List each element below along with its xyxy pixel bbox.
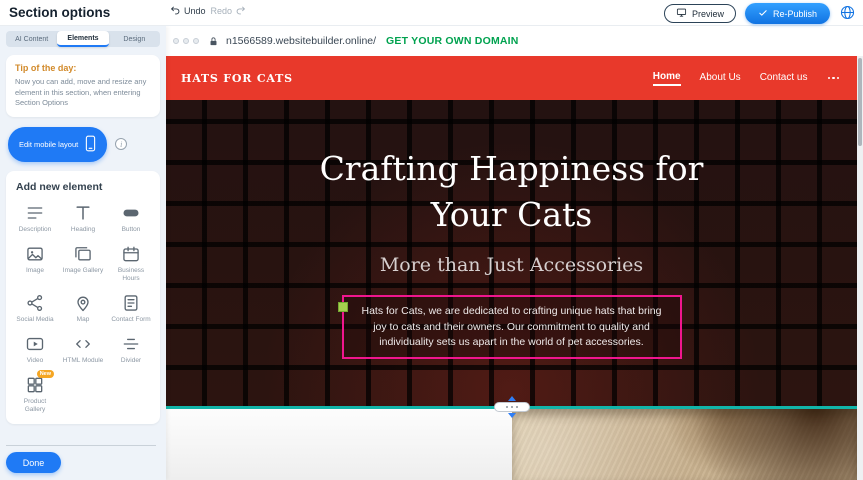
undo-button[interactable]: Undo [170, 5, 206, 16]
image-icon [25, 244, 45, 264]
sidebar-divider [6, 445, 156, 446]
edit-mobile-label: Edit mobile layout [19, 140, 78, 149]
element-contact-form[interactable]: Contact Form [108, 293, 154, 324]
undo-label: Undo [184, 6, 206, 16]
browser-dot [193, 38, 199, 44]
tip-body: Now you can add, move and resize any ele… [15, 77, 151, 109]
contact-form-icon [121, 293, 141, 313]
add-new-element-title: Add new element [16, 181, 154, 193]
sidebar-tabs: AI Content Elements Design [6, 31, 160, 47]
preview-scrollbar [857, 56, 863, 480]
nav-contact-us[interactable]: Contact us [760, 72, 808, 85]
edit-mobile-layout-button[interactable]: Edit mobile layout [8, 127, 107, 162]
arrow-down-icon [508, 413, 516, 418]
product-gallery-icon [25, 375, 45, 395]
next-section [166, 409, 857, 480]
undo-redo-group: Undo Redo [170, 5, 246, 16]
republish-label: Re-Publish [773, 9, 817, 19]
social-media-icon [25, 293, 45, 313]
arrow-up-icon [508, 396, 516, 401]
divider-icon [121, 334, 141, 354]
selected-text-element[interactable]: Hats for Cats, we are dedicated to craft… [342, 295, 682, 359]
element-business-hours[interactable]: Business Hours [108, 244, 154, 283]
tab-design[interactable]: Design [109, 31, 160, 47]
element-image[interactable]: Image [12, 244, 58, 283]
element-resize-handle[interactable] [338, 302, 348, 312]
scrollbar-thumb[interactable] [858, 58, 862, 146]
section-boundary-line [166, 406, 857, 409]
nav-home[interactable]: Home [653, 71, 681, 86]
monitor-icon [676, 7, 687, 20]
heading-icon [73, 203, 93, 223]
video-icon [25, 334, 45, 354]
browser-bar: n1566589.websitebuilder.online/ GET YOUR… [166, 26, 863, 56]
section-resize-handle[interactable] [494, 396, 530, 418]
republish-button[interactable]: Re-Publish [745, 3, 830, 24]
description-icon [25, 203, 45, 223]
nav-about-us[interactable]: About Us [700, 72, 741, 85]
get-own-domain-link[interactable]: GET YOUR OWN DOMAIN [386, 35, 519, 47]
button-icon [121, 203, 141, 223]
done-button[interactable]: Done [6, 452, 61, 473]
site-header: HATS FOR CATS Home About Us Contact us [166, 56, 857, 100]
element-description[interactable]: Description [12, 203, 58, 234]
website-builder-app: Section options Undo Redo Preview [0, 0, 863, 480]
element-social-media[interactable]: Social Media [12, 293, 58, 324]
page-title: Section options [9, 5, 110, 20]
topbar: Section options Undo Redo Preview [0, 0, 863, 26]
lock-icon [208, 36, 219, 47]
site-logo[interactable]: HATS FOR CATS [181, 72, 293, 85]
new-badge: New [37, 370, 54, 378]
check-icon [758, 8, 768, 20]
element-video[interactable]: Video [12, 334, 58, 365]
element-button[interactable]: Button [108, 203, 154, 234]
tab-elements[interactable]: Elements [57, 31, 108, 47]
image-gallery-icon [73, 244, 93, 264]
hero-subheading[interactable]: More than Just Accessories [166, 254, 857, 276]
main-canvas: n1566589.websitebuilder.online/ GET YOUR… [166, 26, 863, 480]
browser-dot [173, 38, 179, 44]
element-divider[interactable]: Divider [108, 334, 154, 365]
business-hours-icon [121, 244, 141, 264]
html-module-icon [73, 334, 93, 354]
tip-title: Tip of the day: [15, 63, 151, 73]
phone-icon [85, 135, 96, 154]
map-icon [73, 293, 93, 313]
redo-button[interactable]: Redo [211, 5, 247, 16]
element-map[interactable]: Map [60, 293, 106, 324]
preview-button[interactable]: Preview [664, 4, 736, 23]
cat-on-carpet-image [512, 409, 857, 480]
topbar-actions: Preview Re-Publish [664, 3, 856, 24]
globe-icon [839, 4, 856, 24]
hero-heading[interactable]: Crafting Happiness for Your Cats [297, 146, 727, 238]
site-preview: HATS FOR CATS Home About Us Contact us C… [166, 56, 857, 480]
element-html-module[interactable]: HTML Module [60, 334, 106, 365]
site-url: n1566589.websitebuilder.online/ [226, 35, 376, 47]
edit-mobile-row: Edit mobile layout i [8, 127, 160, 162]
add-new-element-panel: Add new element Description Heading Butt… [6, 171, 160, 425]
info-icon[interactable]: i [115, 138, 127, 150]
redo-icon [235, 5, 246, 16]
language-globe-button[interactable] [839, 4, 856, 24]
tab-ai-content[interactable]: AI Content [6, 31, 57, 47]
element-product-gallery[interactable]: New Product Gallery [12, 375, 58, 414]
element-image-gallery[interactable]: Image Gallery [60, 244, 106, 283]
sidebar: AI Content Elements Design Tip of the da… [0, 26, 166, 480]
hero-paragraph: Hats for Cats, we are dedicated to craft… [354, 304, 670, 350]
preview-label: Preview [692, 9, 724, 19]
browser-dot [183, 38, 189, 44]
element-grid: Description Heading Button Image [12, 203, 154, 415]
redo-label: Redo [211, 6, 233, 16]
hero-section: Crafting Happiness for Your Cats More th… [166, 100, 857, 406]
tip-of-the-day-card: Tip of the day: Now you can add, move an… [6, 55, 160, 117]
undo-icon [170, 5, 181, 16]
drag-grip [494, 402, 530, 412]
site-nav: Home About Us Contact us [653, 71, 857, 86]
nav-more-icon[interactable] [827, 74, 841, 83]
element-heading[interactable]: Heading [60, 203, 106, 234]
